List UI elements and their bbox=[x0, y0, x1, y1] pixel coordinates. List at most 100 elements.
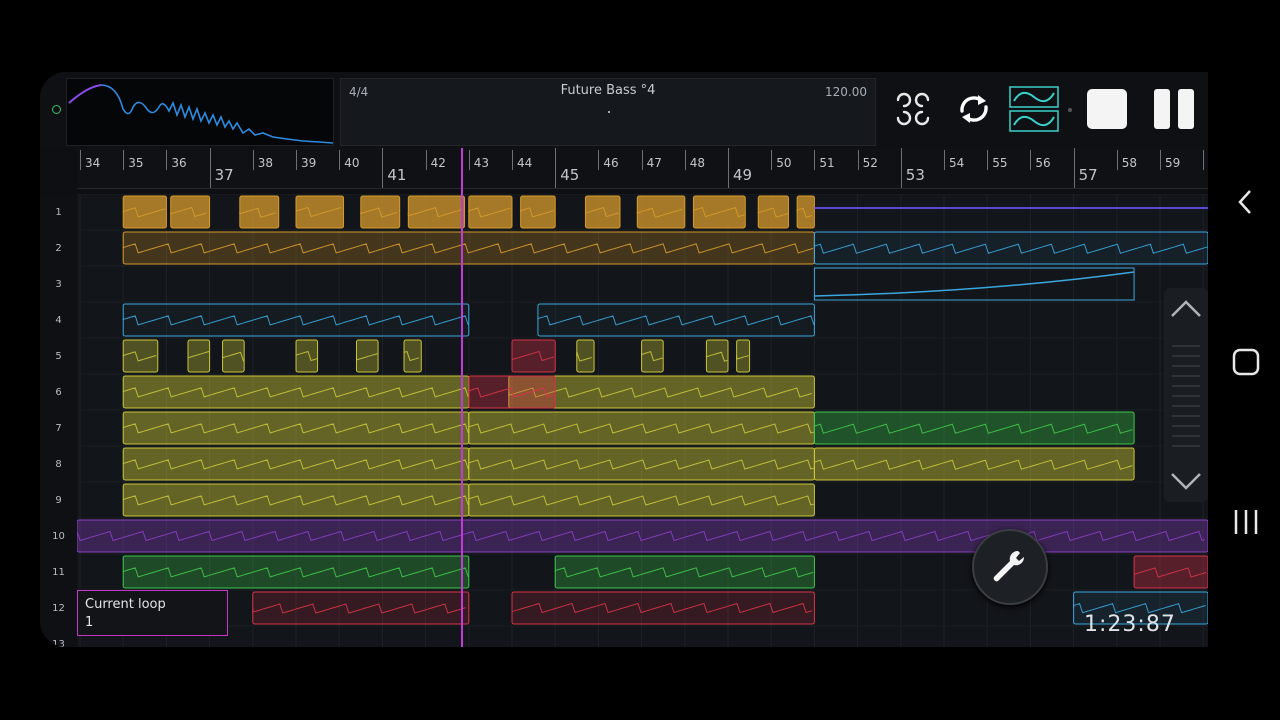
bar-marker-50[interactable]: 50 bbox=[771, 150, 791, 170]
bar-marker-58[interactable]: 58 bbox=[1116, 150, 1137, 170]
bar-marker-42[interactable]: 42 bbox=[425, 150, 446, 170]
clip-yellow-small[interactable] bbox=[355, 339, 379, 373]
bar-marker-46[interactable]: 46 bbox=[598, 150, 619, 170]
bar-marker-6[interactable]: 6 bbox=[1203, 150, 1205, 170]
record-indicator-icon[interactable] bbox=[52, 105, 61, 114]
clip-orange[interactable] bbox=[757, 195, 789, 229]
bar-marker-41[interactable]: 41 bbox=[382, 148, 406, 188]
bar-marker-35[interactable]: 35 bbox=[123, 150, 143, 170]
nav-home-button[interactable] bbox=[1226, 342, 1266, 382]
stop-icon bbox=[1087, 89, 1127, 129]
track-number[interactable]: 11 bbox=[40, 567, 77, 578]
track-number[interactable]: 5 bbox=[40, 351, 77, 362]
repeat-button[interactable] bbox=[950, 84, 998, 134]
bar-number: 41 bbox=[387, 166, 407, 184]
bar-number: 46 bbox=[603, 156, 619, 170]
bar-number: 50 bbox=[776, 156, 792, 170]
clip-yellow-small[interactable] bbox=[403, 339, 422, 373]
home-square-icon bbox=[1232, 348, 1260, 376]
bar-marker-39[interactable]: 39 bbox=[296, 150, 316, 170]
tempo-value[interactable]: 120.00 bbox=[825, 85, 867, 99]
current-loop-indicator: Current loop 1 bbox=[77, 590, 228, 636]
track-number-column: 1 2 3 4 5 6 7 8 9 10 11 12 13 bbox=[40, 194, 78, 647]
track-number[interactable]: 12 bbox=[40, 603, 77, 614]
bar-marker-49[interactable]: 49 bbox=[728, 148, 752, 188]
clip-orange[interactable] bbox=[584, 195, 621, 229]
clip-orange[interactable] bbox=[796, 195, 815, 229]
clip-yellow-small[interactable] bbox=[576, 339, 595, 373]
track-number[interactable]: 6 bbox=[40, 387, 77, 398]
bar-marker-40[interactable]: 40 bbox=[339, 150, 359, 170]
tools-button[interactable] bbox=[972, 529, 1048, 605]
track-number[interactable]: 4 bbox=[40, 315, 77, 326]
bar-number: 58 bbox=[1121, 156, 1138, 170]
bar-marker-56[interactable]: 56 bbox=[1030, 150, 1051, 170]
bar-marker-53[interactable]: 53 bbox=[900, 148, 925, 188]
pause-icon bbox=[1154, 89, 1194, 129]
bar-marker-38[interactable]: 38 bbox=[252, 150, 273, 170]
track-number[interactable]: 3 bbox=[40, 279, 77, 290]
scroll-down-icon[interactable] bbox=[1171, 473, 1201, 490]
clip-red[interactable] bbox=[252, 591, 470, 625]
loop-mode-icon bbox=[896, 92, 930, 126]
bar-number: 51 bbox=[819, 156, 835, 170]
clip-yellow-small[interactable] bbox=[222, 339, 245, 373]
bar-marker-43[interactable]: 43 bbox=[468, 150, 489, 170]
bar-marker-44[interactable]: 44 bbox=[512, 150, 532, 170]
clip-green[interactable] bbox=[554, 555, 815, 589]
scroll-up-icon[interactable] bbox=[1171, 300, 1201, 317]
clip-orange[interactable] bbox=[636, 195, 686, 229]
nav-back-button[interactable] bbox=[1226, 182, 1266, 222]
daw-app: 4/4 Future Bass °4 120.00 34 35 36 38 39… bbox=[40, 72, 1208, 647]
song-title[interactable]: Future Bass °4 bbox=[341, 83, 875, 98]
bar-number: 37 bbox=[214, 166, 234, 184]
track-number[interactable]: 13 bbox=[40, 639, 77, 647]
separator-dot bbox=[1068, 108, 1072, 112]
bar-marker-51[interactable]: 51 bbox=[814, 150, 835, 170]
stop-button[interactable] bbox=[1083, 84, 1131, 134]
loop-mode-button[interactable] bbox=[889, 84, 937, 134]
clip-orange[interactable] bbox=[295, 195, 345, 229]
clip-blue[interactable] bbox=[537, 303, 815, 337]
bar-marker-54[interactable]: 54 bbox=[944, 150, 964, 170]
bar-marker-47[interactable]: 47 bbox=[641, 150, 662, 170]
recents-lines-icon bbox=[1234, 510, 1258, 534]
bar-marker-36[interactable]: 36 bbox=[166, 150, 187, 170]
loop-value: 1 bbox=[85, 615, 94, 630]
top-bar: 4/4 Future Bass °4 120.00 bbox=[40, 72, 1208, 148]
vertical-scroll-control[interactable] bbox=[1164, 288, 1208, 502]
playback-time: 1:23:87 bbox=[1084, 612, 1176, 637]
track-number[interactable]: 9 bbox=[40, 495, 77, 506]
bar-number: 47 bbox=[646, 156, 662, 170]
clip-yellow-small[interactable] bbox=[187, 339, 211, 373]
clip-orange-lane[interactable] bbox=[122, 231, 815, 265]
envelope-curve bbox=[814, 271, 1135, 297]
song-info-panel[interactable]: 4/4 Future Bass °4 120.00 bbox=[340, 78, 876, 146]
playhead[interactable] bbox=[461, 148, 463, 647]
pause-button[interactable] bbox=[1150, 84, 1198, 134]
timeline-ruler[interactable]: 34 35 36 38 39 40 42 43 44 46 47 48 50 51 52 54 55 56 58 59… bbox=[77, 148, 1208, 189]
bar-marker-37[interactable]: 37 bbox=[209, 148, 234, 188]
bar-marker-48[interactable]: 48 bbox=[684, 150, 705, 170]
bar-marker-52[interactable]: 52 bbox=[857, 150, 878, 170]
track-number[interactable]: 7 bbox=[40, 423, 77, 434]
clip-yellow-small[interactable] bbox=[295, 339, 319, 373]
track-number[interactable]: 1 bbox=[40, 207, 77, 218]
clip-orange[interactable] bbox=[468, 195, 513, 229]
bar-marker-34[interactable]: 34 bbox=[80, 150, 100, 170]
clip-red-small[interactable] bbox=[511, 339, 556, 373]
clip-red[interactable] bbox=[1133, 555, 1208, 589]
bar-marker-55[interactable]: 55 bbox=[987, 150, 1007, 170]
nav-recents-button[interactable] bbox=[1226, 502, 1266, 542]
track-number[interactable]: 8 bbox=[40, 459, 77, 470]
track-number[interactable]: 2 bbox=[40, 243, 77, 254]
bar-marker-45[interactable]: 45 bbox=[555, 148, 579, 188]
clip-yellow-small[interactable] bbox=[122, 339, 159, 373]
automation-toggle[interactable] bbox=[1008, 85, 1060, 135]
bar-number: 43 bbox=[473, 156, 490, 170]
bar-marker-59[interactable]: 59 bbox=[1160, 150, 1180, 170]
clip-orange[interactable] bbox=[122, 195, 167, 229]
bar-marker-57[interactable]: 57 bbox=[1073, 148, 1098, 188]
track-number[interactable]: 10 bbox=[40, 531, 77, 542]
bar-number: 52 bbox=[862, 156, 878, 170]
